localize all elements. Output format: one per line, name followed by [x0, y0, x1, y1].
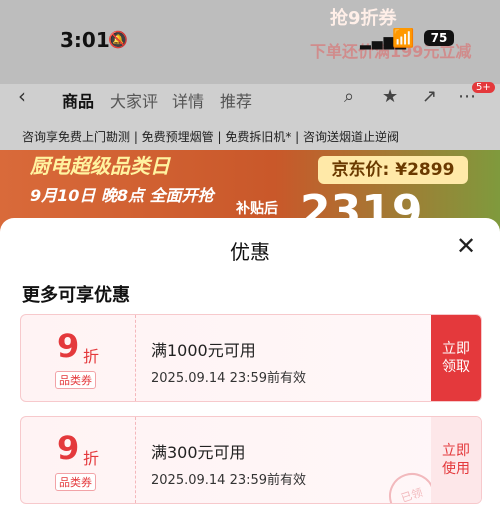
tab-recommend[interactable]: 推荐: [220, 88, 252, 112]
wifi-icon: 📶: [392, 28, 415, 49]
offers-sheet: 优惠 ✕ 更多可享优惠 9 折 品类券 满1000元可用 2025.09.14 …: [0, 218, 500, 517]
battery-icon: 75: [424, 30, 454, 46]
coupon-type-tag: 品类券: [55, 371, 96, 389]
search-icon[interactable]: ⌕: [344, 86, 354, 107]
subsidy-label: 补贴后: [236, 201, 278, 217]
coupon-discount-area: 9 折 品类券: [21, 315, 136, 401]
jd-price: 京东价: ¥2899: [318, 156, 468, 184]
coupon-discount-area: 9 折 品类券: [21, 417, 136, 503]
service-line: 咨询享免费上门勘测 | 免费预埋烟管 | 免费拆旧机* | 咨询送烟道止逆阀: [22, 130, 400, 144]
product-nav: ‹ 商品 大家评 详情 推荐 ⌕ ★ ↗ ⋯ 5+: [0, 82, 500, 114]
discount-value: 9: [57, 429, 80, 467]
tab-product[interactable]: 商品: [62, 88, 94, 112]
coupon-expiry: 2025.09.14 23:59前有效: [151, 371, 307, 386]
discount-value: 9: [57, 327, 80, 365]
coupon-card: 9 折 品类券 满300元可用 2025.09.14 23:59前有效 已领 立…: [20, 416, 482, 504]
use-button-label: 立即 使用: [442, 443, 470, 477]
section-title: 更多可享优惠: [22, 285, 130, 306]
close-icon[interactable]: ✕: [454, 234, 478, 258]
claim-button[interactable]: 立即 领取: [431, 315, 481, 401]
bell-slash-icon: 🔕: [108, 30, 128, 49]
product-page-background: 抢9折券 下单还价满199元立减 3:01 🔕 ▂▄▆█ 📶 75 ‹ 商品 大…: [0, 0, 500, 240]
claim-button-label: 立即 领取: [442, 341, 470, 375]
status-time: 3:01: [60, 28, 110, 52]
star-icon[interactable]: ★: [382, 86, 398, 107]
discount-unit: 折: [83, 449, 100, 468]
coupon-info: 满1000元可用 2025.09.14 23:59前有效: [151, 315, 431, 401]
sheet-title: 优惠: [230, 240, 270, 264]
coupon-condition: 满1000元可用: [151, 341, 256, 360]
discount-unit: 折: [83, 347, 100, 366]
share-icon[interactable]: ↗: [422, 86, 437, 107]
back-icon[interactable]: ‹: [18, 84, 26, 108]
banner-title: 厨电超级品类日: [30, 154, 170, 178]
more-badge: 5+: [472, 82, 495, 93]
use-button[interactable]: 立即 使用: [431, 417, 481, 503]
status-bar: 3:01 🔕 ▂▄▆█ 📶 75: [0, 28, 500, 56]
tab-reviews[interactable]: 大家评: [110, 88, 158, 112]
coupon-expiry: 2025.09.14 23:59前有效: [151, 473, 307, 488]
tab-details[interactable]: 详情: [172, 88, 204, 112]
promo-top-text: 抢9折券: [330, 8, 397, 29]
banner-subtitle: 9月10日 晚8点 全面开抢: [30, 186, 214, 205]
coupon-type-tag: 品类券: [55, 473, 96, 491]
coupon-condition: 满300元可用: [151, 443, 246, 462]
coupon-card: 9 折 品类券 满1000元可用 2025.09.14 23:59前有效 立即 …: [20, 314, 482, 402]
